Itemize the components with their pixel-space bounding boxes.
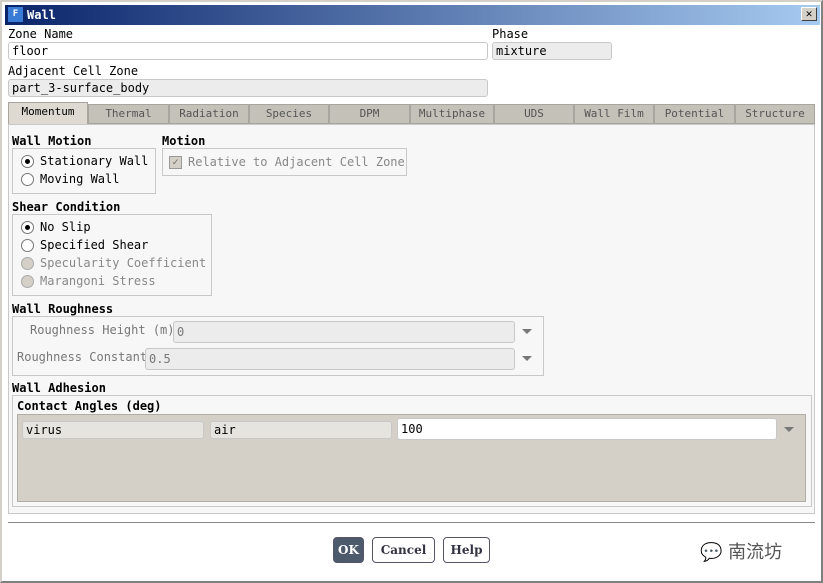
radio-dot <box>21 172 34 186</box>
radio-no-slip[interactable]: No Slip <box>21 220 91 234</box>
tab-radiation[interactable]: Radiation <box>169 104 249 124</box>
tab-thermal[interactable]: Thermal <box>88 104 169 124</box>
tab-bar: Momentum Thermal Radiation Species DPM M… <box>8 102 815 124</box>
contact-angles-title: Contact Angles (deg) <box>17 399 162 413</box>
radio-label: Specified Shear <box>40 238 149 252</box>
radio-specified-shear[interactable]: Specified Shear <box>21 238 148 252</box>
checkmark-icon: ✓ <box>169 155 182 169</box>
roughness-height-input: 0 <box>173 321 515 343</box>
radio-label: Stationary Wall <box>40 154 149 168</box>
wall-roughness-title: Wall Roughness <box>12 302 114 316</box>
watermark-text: 南流坊 <box>728 542 783 563</box>
zone-name-label: Zone Name <box>8 27 74 41</box>
watermark: 💬 南流坊 <box>700 538 782 564</box>
motion-title: Motion <box>162 134 206 148</box>
tab-uds[interactable]: UDS <box>494 104 574 124</box>
checkbox-label: Relative to Adjacent Cell Zone <box>188 155 405 169</box>
chevron-down-icon[interactable] <box>784 427 794 432</box>
phase1-cell: virus <box>22 421 204 439</box>
contact-angle-input[interactable]: 100 <box>397 418 777 440</box>
roughness-constant-label: Roughness Constant <box>17 350 148 364</box>
chevron-down-icon <box>522 329 532 334</box>
radio-label: Moving Wall <box>40 172 120 186</box>
cancel-button[interactable]: Cancel <box>372 537 435 563</box>
wall-adhesion-title: Wall Adhesion <box>12 381 106 395</box>
app-logo-icon: F <box>8 7 23 22</box>
close-button[interactable]: ✕ <box>801 7 817 21</box>
relative-to-adjacent-checkbox[interactable]: ✓ Relative to Adjacent Cell Zone <box>169 155 405 169</box>
roughness-height-label: Roughness Height (m) <box>30 323 175 337</box>
ok-button[interactable]: OK <box>333 537 364 563</box>
radio-dot <box>21 154 34 168</box>
adjacent-cell-zone-label: Adjacent Cell Zone <box>8 64 139 78</box>
radio-label: No Slip <box>40 220 91 234</box>
wall-motion-title: Wall Motion <box>12 134 92 148</box>
tab-dpm[interactable]: DPM <box>329 104 410 124</box>
help-button[interactable]: Help <box>443 537 490 563</box>
radio-dot <box>21 220 34 234</box>
phase-label: Phase <box>492 27 529 41</box>
adjacent-cell-zone-field: part_3-surface_body <box>8 79 488 97</box>
radio-dot <box>21 256 34 270</box>
tab-species[interactable]: Species <box>249 104 329 124</box>
separator <box>8 522 815 523</box>
radio-stationary-wall[interactable]: Stationary Wall <box>21 154 148 168</box>
wechat-icon: 💬 <box>700 542 729 563</box>
radio-dot <box>21 274 34 288</box>
window-title: Wall <box>27 8 56 22</box>
radio-label: Specularity Coefficient <box>40 256 207 270</box>
shear-condition-title: Shear Condition <box>12 200 121 214</box>
phase2-cell: air <box>210 421 392 439</box>
zone-name-input[interactable]: floor <box>8 42 488 60</box>
radio-marangoni-stress: Marangoni Stress <box>21 274 156 288</box>
chevron-down-icon <box>522 356 532 361</box>
tab-momentum[interactable]: Momentum <box>8 102 88 124</box>
radio-specularity-coefficient: Specularity Coefficient <box>21 256 206 270</box>
phase-field: mixture <box>492 42 612 60</box>
tab-potential[interactable]: Potential <box>654 104 735 124</box>
radio-dot <box>21 238 34 252</box>
radio-moving-wall[interactable]: Moving Wall <box>21 172 119 186</box>
roughness-constant-input: 0.5 <box>145 348 515 370</box>
tab-structure[interactable]: Structure <box>735 104 815 124</box>
tab-wall-film[interactable]: Wall Film <box>574 104 654 124</box>
title-bar: F Wall ✕ <box>5 5 820 25</box>
tab-multiphase[interactable]: Multiphase <box>410 104 494 124</box>
radio-label: Marangoni Stress <box>40 274 156 288</box>
